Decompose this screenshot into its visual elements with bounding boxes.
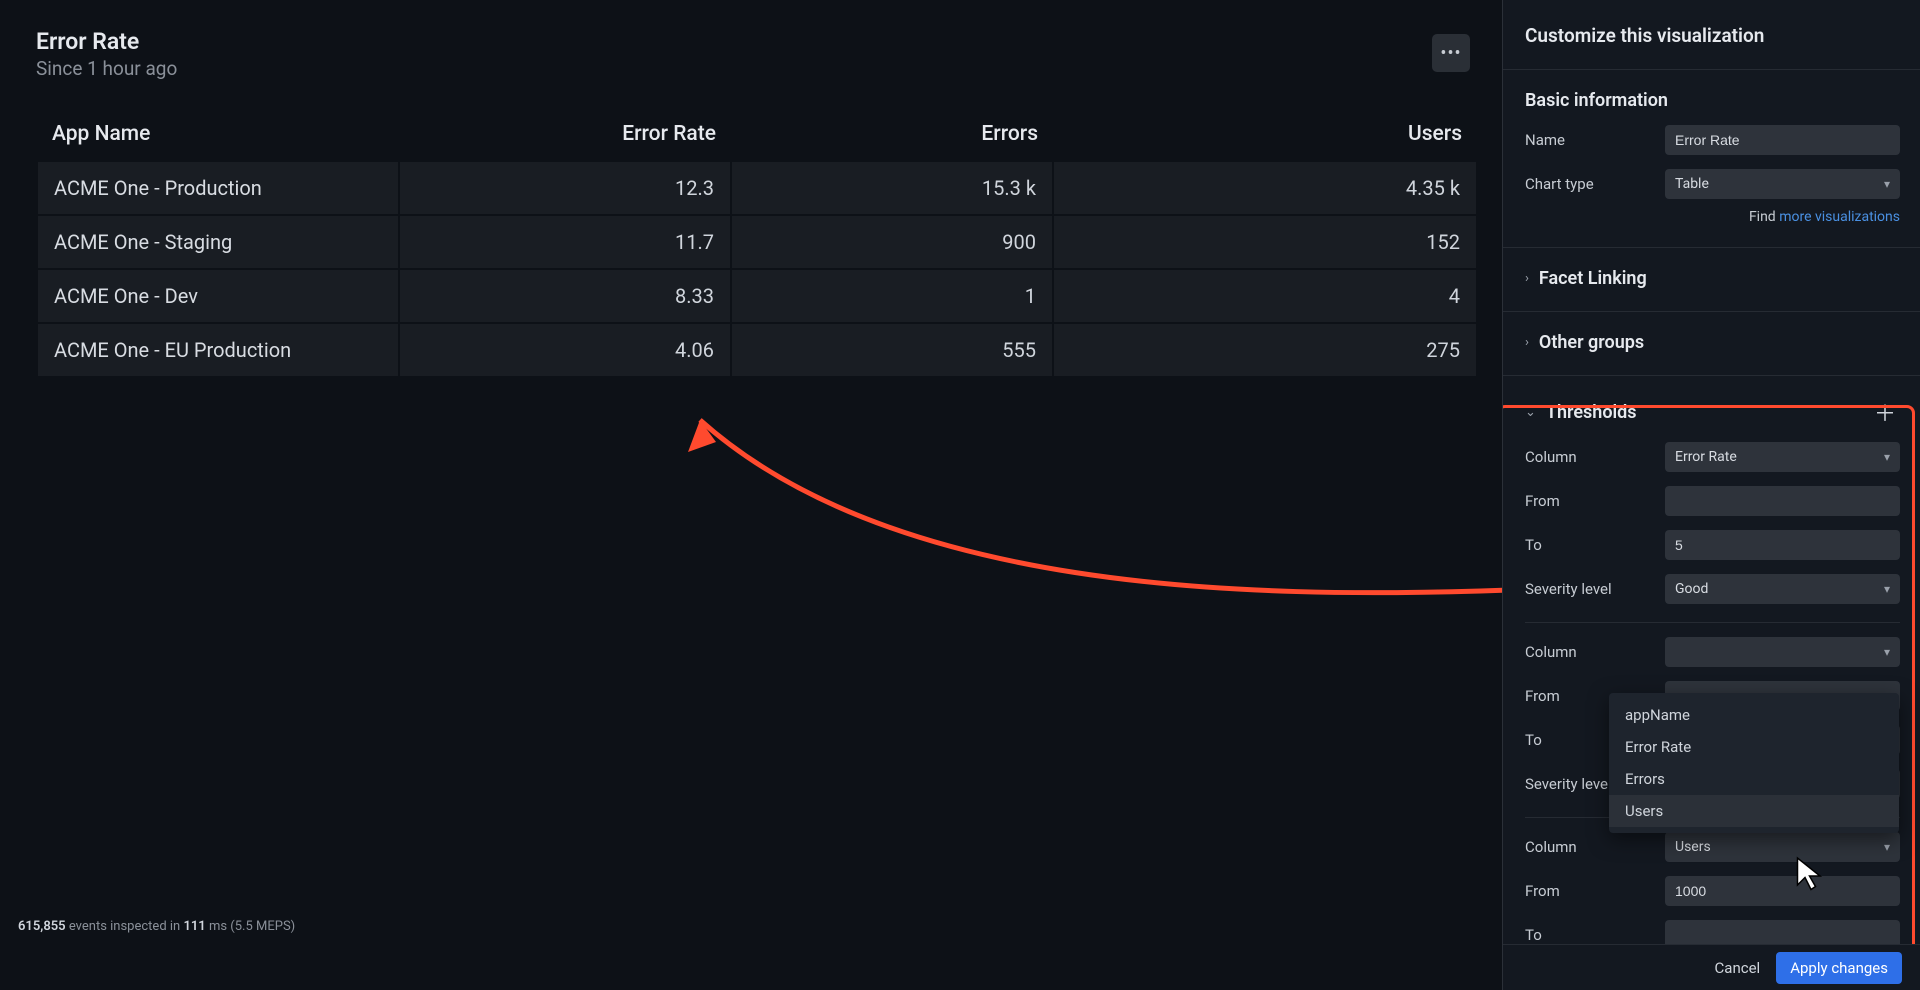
- chevron-down-icon: ▾: [1884, 840, 1890, 854]
- table-row[interactable]: ACME One - Dev8.3314: [38, 270, 1476, 322]
- cell-rate: 4.06: [400, 324, 730, 376]
- name-label: Name: [1525, 131, 1655, 149]
- threshold-severity-select[interactable]: Good▾: [1665, 574, 1900, 604]
- chevron-down-icon: ⌄: [1525, 405, 1536, 420]
- field-label: Column: [1525, 448, 1655, 466]
- cell-rate: 8.33: [400, 270, 730, 322]
- column-dropdown[interactable]: appNameError RateErrorsUsers: [1609, 693, 1899, 833]
- footer-stats: 615,855 events inspected in 111 ms (5.5 …: [18, 919, 295, 934]
- cell-errors: 555: [732, 324, 1052, 376]
- cell-rate: 11.7: [400, 216, 730, 268]
- annotation-arrow: [540, 360, 1540, 680]
- data-table: App Name Error Rate Errors Users ACME On…: [36, 110, 1478, 378]
- page-subtitle: Since 1 hour ago: [36, 57, 177, 80]
- section-basic-info: Basic information: [1525, 90, 1900, 111]
- chevron-down-icon: ▾: [1884, 177, 1890, 191]
- chart-type-label: Chart type: [1525, 175, 1655, 193]
- cell-errors: 15.3 k: [732, 162, 1052, 214]
- col-header-errors[interactable]: Errors: [732, 112, 1052, 160]
- threshold-to-input[interactable]: [1665, 920, 1900, 944]
- field-label: To: [1525, 926, 1655, 944]
- threshold-group: Column Users▾ From To: [1525, 832, 1900, 944]
- field-label: Column: [1525, 643, 1655, 661]
- cell-errors: 1: [732, 270, 1052, 322]
- cell-rate: 12.3: [400, 162, 730, 214]
- ellipsis-icon: •••: [1440, 43, 1461, 64]
- dropdown-option[interactable]: appName: [1609, 699, 1899, 731]
- cell-app: ACME One - EU Production: [38, 324, 398, 376]
- field-label: To: [1525, 536, 1655, 554]
- cell-errors: 900: [732, 216, 1052, 268]
- dropdown-option[interactable]: Users: [1609, 795, 1899, 827]
- more-menu-button[interactable]: •••: [1432, 34, 1470, 72]
- chevron-down-icon: ▾: [1884, 645, 1890, 659]
- field-label: Column: [1525, 838, 1655, 856]
- table-row[interactable]: ACME One - EU Production4.06555275: [38, 324, 1476, 376]
- field-label: From: [1525, 492, 1655, 510]
- field-label: Severity level: [1525, 580, 1655, 598]
- table-row[interactable]: ACME One - Production12.315.3 k4.35 k: [38, 162, 1476, 214]
- threshold-column-select[interactable]: Error Rate▾: [1665, 442, 1900, 472]
- section-thresholds[interactable]: ⌄ Thresholds ＋: [1525, 396, 1900, 428]
- chevron-right-icon: ›: [1525, 335, 1529, 350]
- col-header-users[interactable]: Users: [1054, 112, 1476, 160]
- chevron-down-icon: ▾: [1884, 450, 1890, 464]
- find-more: Find more visualizations: [1525, 209, 1900, 225]
- cell-app: ACME One - Staging: [38, 216, 398, 268]
- page-title: Error Rate: [36, 28, 177, 55]
- col-header-app[interactable]: App Name: [38, 112, 398, 160]
- cell-users: 4: [1054, 270, 1476, 322]
- threshold-group: Column Error Rate▾ From To Severity level Goo…: [1525, 442, 1900, 623]
- name-input[interactable]: [1665, 125, 1900, 155]
- cell-users: 152: [1054, 216, 1476, 268]
- threshold-from-input[interactable]: [1665, 486, 1900, 516]
- field-label: From: [1525, 882, 1655, 900]
- threshold-to-input[interactable]: [1665, 530, 1900, 560]
- section-other-groups[interactable]: › Other groups: [1525, 332, 1900, 353]
- threshold-column-select[interactable]: Users▾: [1665, 832, 1900, 862]
- col-header-rate[interactable]: Error Rate: [400, 112, 730, 160]
- chevron-right-icon: ›: [1525, 271, 1529, 286]
- add-threshold-button[interactable]: ＋: [1870, 396, 1900, 428]
- chevron-down-icon: ▾: [1884, 582, 1890, 596]
- customize-panel: Customize this visualization Basic infor…: [1502, 0, 1920, 990]
- section-facet-linking[interactable]: › Facet Linking: [1525, 268, 1900, 289]
- threshold-column-select[interactable]: ▾: [1665, 637, 1900, 667]
- more-visualizations-link[interactable]: more visualizations: [1779, 209, 1900, 225]
- cell-app: ACME One - Dev: [38, 270, 398, 322]
- dropdown-option[interactable]: Error Rate: [1609, 731, 1899, 763]
- cancel-button[interactable]: Cancel: [1715, 959, 1761, 977]
- cell-users: 4.35 k: [1054, 162, 1476, 214]
- table-row[interactable]: ACME One - Staging11.7900152: [38, 216, 1476, 268]
- panel-title: Customize this visualization: [1525, 24, 1900, 47]
- dropdown-option[interactable]: Errors: [1609, 763, 1899, 795]
- cell-users: 275: [1054, 324, 1476, 376]
- threshold-from-input[interactable]: [1665, 876, 1900, 906]
- cell-app: ACME One - Production: [38, 162, 398, 214]
- apply-changes-button[interactable]: Apply changes: [1776, 952, 1902, 984]
- chart-type-select[interactable]: Table ▾: [1665, 169, 1900, 199]
